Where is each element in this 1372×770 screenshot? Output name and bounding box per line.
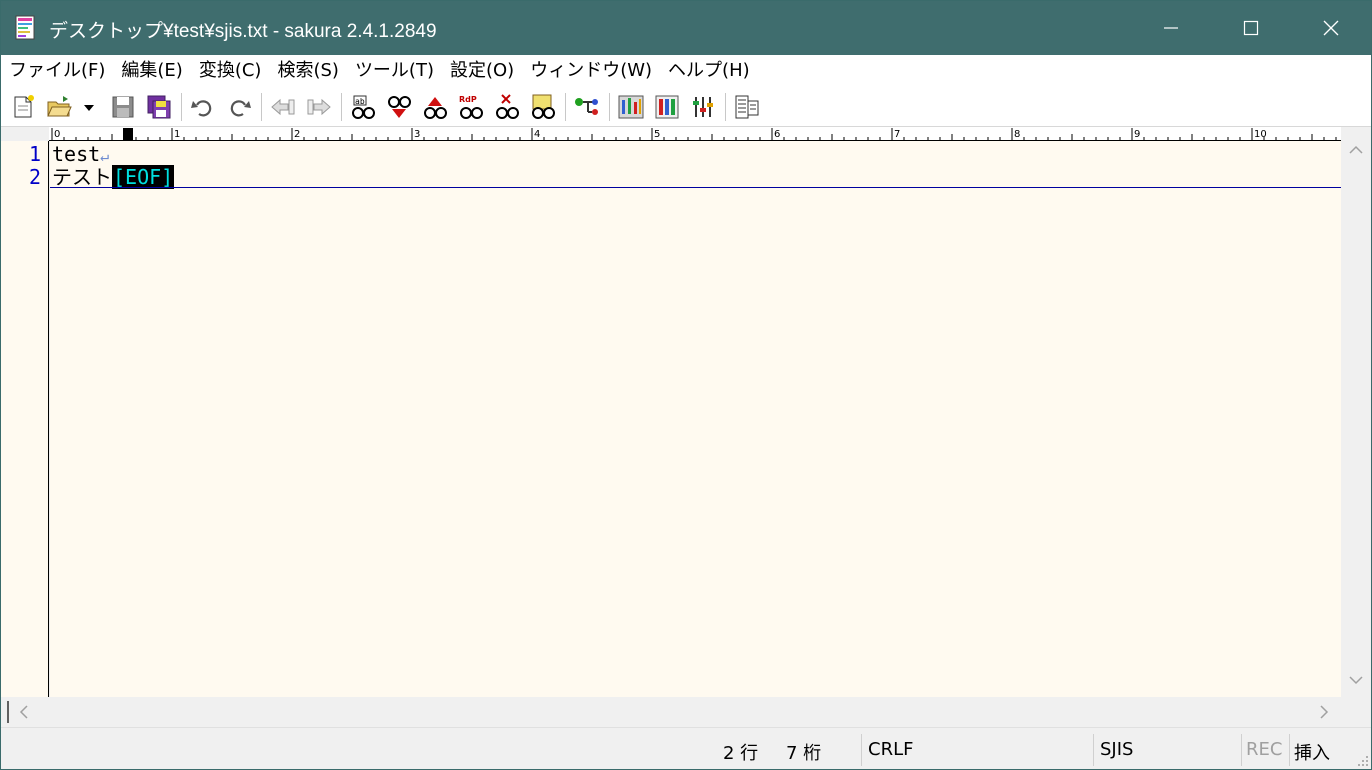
- ruler-label: 10: [1254, 129, 1267, 140]
- common-settings-icon[interactable]: [617, 93, 645, 121]
- menu-tools[interactable]: ツール(T): [347, 55, 442, 87]
- line-text: test: [52, 142, 101, 166]
- grep-icon[interactable]: [529, 93, 557, 121]
- ruler-label: 9: [1134, 129, 1140, 140]
- undo-icon[interactable]: [189, 93, 217, 121]
- ruler-label: 4: [534, 129, 540, 140]
- eof-mark: [EOF]: [112, 165, 175, 189]
- search-next-icon[interactable]: [385, 93, 413, 121]
- ruler-label: 3: [414, 129, 420, 140]
- scrollbar-corner: [1341, 697, 1371, 727]
- search-icon[interactable]: ab: [349, 93, 377, 121]
- line-number: 1: [28, 142, 41, 166]
- line-text: テスト: [52, 165, 112, 189]
- replace-icon[interactable]: RdP: [457, 93, 485, 121]
- menu-edit[interactable]: 編集(E): [113, 55, 190, 87]
- ruler-label: 8: [1014, 129, 1020, 140]
- minimize-button[interactable]: [1131, 1, 1211, 55]
- ruler-label: 7: [894, 129, 900, 140]
- cursor-line-underline: [50, 187, 1341, 188]
- editor-line: テスト[EOF]: [52, 165, 175, 189]
- text-editor[interactable]: test↵ テスト[EOF]: [50, 141, 1341, 697]
- new-file-icon[interactable]: [9, 93, 37, 121]
- status-encoding[interactable]: SJIS: [1100, 739, 1133, 760]
- app-window: デスクトップ¥test¥sjis.txt - sakura 2.4.1.2849…: [0, 0, 1372, 770]
- line-number-gutter: 1 2: [1, 141, 49, 697]
- svg-text:RdP: RdP: [459, 95, 477, 104]
- ruler-label: 1: [174, 129, 180, 140]
- jump-forward-icon[interactable]: [305, 93, 333, 121]
- svg-text:ab: ab: [355, 97, 365, 106]
- menu-convert[interactable]: 変換(C): [191, 55, 270, 87]
- toolbar-separator: [341, 93, 342, 121]
- status-separator: [1241, 734, 1242, 766]
- ruler-label: 0: [54, 129, 60, 140]
- toolbar-separator: [609, 93, 610, 121]
- redo-icon[interactable]: [225, 93, 253, 121]
- status-rec: REC: [1246, 739, 1283, 760]
- status-separator: [1093, 734, 1094, 766]
- ruler-caret-marker: [123, 128, 133, 140]
- maximize-icon: [1243, 20, 1259, 36]
- vertical-scrollbar[interactable]: [1341, 127, 1371, 697]
- status-separator: [1289, 734, 1290, 766]
- outline-icon[interactable]: [573, 93, 601, 121]
- resize-grip-icon[interactable]: [1357, 755, 1369, 767]
- status-column: 7 桁: [786, 743, 822, 764]
- scroll-up-icon[interactable]: [1349, 145, 1363, 155]
- menu-search[interactable]: 検索(S): [269, 55, 346, 87]
- menu-window[interactable]: ウィンドウ(W): [522, 55, 660, 87]
- type-settings-icon[interactable]: [653, 93, 681, 121]
- close-icon: [1323, 20, 1339, 36]
- toolbar-separator: [261, 93, 262, 121]
- horizontal-scrollbar[interactable]: [1, 697, 1341, 727]
- title-bar[interactable]: デスクトップ¥test¥sjis.txt - sakura 2.4.1.2849: [1, 1, 1371, 55]
- newline-mark: ↵: [100, 147, 110, 165]
- minimize-icon: [1164, 27, 1178, 29]
- toolbar: ab RdP: [1, 87, 1371, 127]
- save-all-icon[interactable]: [145, 93, 173, 121]
- status-line-ending[interactable]: CRLF: [868, 739, 913, 760]
- ruler-label: 6: [774, 129, 780, 140]
- toolbar-separator: [725, 93, 726, 121]
- dropdown-arrow-icon[interactable]: [79, 93, 99, 121]
- scroll-right-icon[interactable]: [1319, 705, 1329, 719]
- search-prev-icon[interactable]: [421, 93, 449, 121]
- status-row: 2 行: [723, 743, 759, 764]
- menu-file[interactable]: ファイル(F): [1, 55, 113, 87]
- function-list-icon[interactable]: [733, 93, 761, 121]
- status-bar: 2 行 7 桁 CRLF SJIS REC 挿入: [1, 727, 1371, 769]
- ruler-scale: 0 1 2 3 4 5 6 7 8 9 10: [51, 128, 1337, 140]
- font-settings-icon[interactable]: [689, 93, 717, 121]
- ruler-corner: [1, 127, 49, 141]
- close-button[interactable]: [1291, 1, 1371, 55]
- jump-back-icon[interactable]: [269, 93, 297, 121]
- menu-settings[interactable]: 設定(O): [442, 55, 522, 87]
- line-number: 2: [28, 165, 41, 189]
- ruler-label: 2: [294, 129, 300, 140]
- split-box[interactable]: [7, 701, 9, 723]
- notepad-app-icon: [15, 15, 35, 40]
- clear-mark-icon[interactable]: [493, 93, 521, 121]
- menu-help[interactable]: ヘルプ(H): [660, 55, 758, 87]
- menu-bar: ファイル(F) 編集(E) 変換(C) 検索(S) ツール(T) 設定(O) ウ…: [1, 55, 1371, 87]
- status-separator: [861, 734, 862, 766]
- status-insert-mode[interactable]: 挿入: [1294, 739, 1330, 765]
- ruler[interactable]: 0 1 2 3 4 5 6 7 8 9 10: [49, 127, 1341, 141]
- window-title: デスクトップ¥test¥sjis.txt - sakura 2.4.1.2849: [49, 21, 437, 42]
- ruler-label: 5: [654, 129, 660, 140]
- scroll-left-icon[interactable]: [19, 705, 29, 719]
- scroll-down-icon[interactable]: [1349, 675, 1363, 685]
- save-icon[interactable]: [109, 93, 137, 121]
- toolbar-separator: [565, 93, 566, 121]
- open-file-icon[interactable]: [45, 93, 73, 121]
- toolbar-separator: [181, 93, 182, 121]
- maximize-button[interactable]: [1211, 1, 1291, 55]
